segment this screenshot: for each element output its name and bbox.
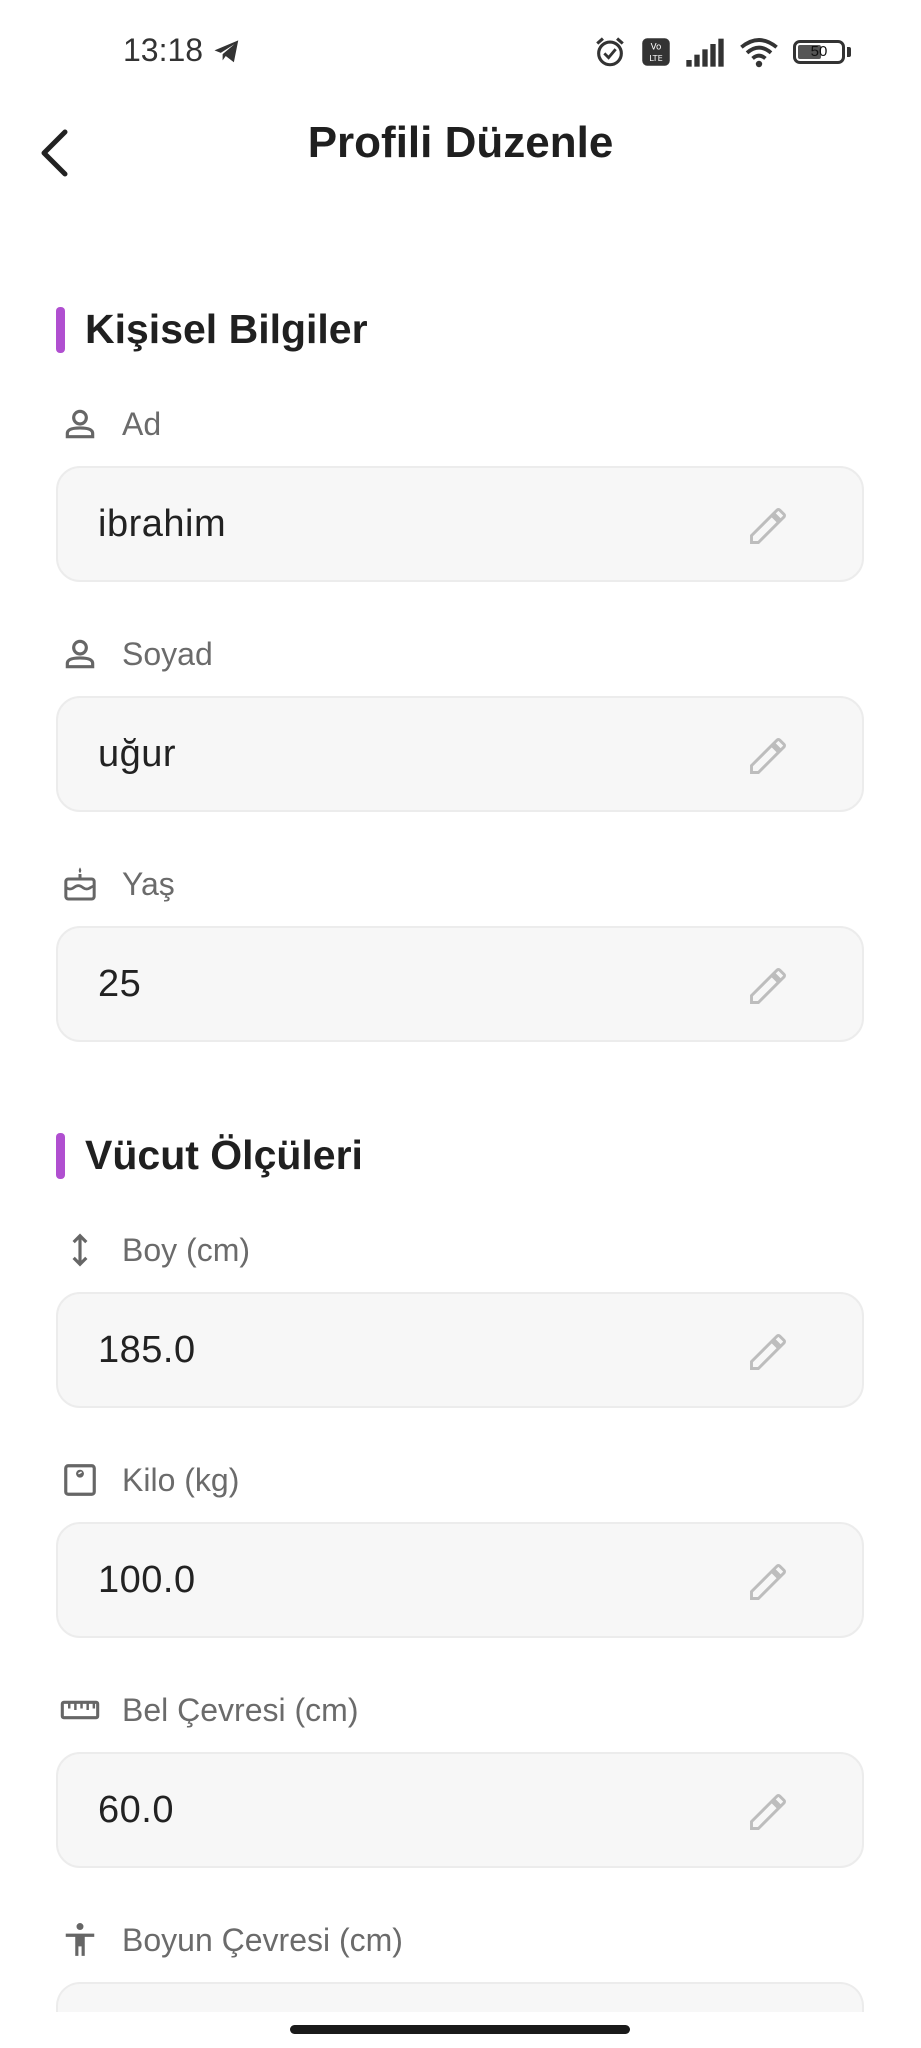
last-name-value: uğur — [98, 733, 177, 775]
pencil-icon — [750, 1794, 786, 1830]
height-icon — [60, 1230, 100, 1270]
age-label: Yaş — [122, 865, 175, 902]
section-accent-bar — [56, 1132, 65, 1179]
first-name-label-row: Ad — [60, 404, 161, 444]
weight-label: Kilo (kg) — [122, 1461, 240, 1498]
height-label-row: Boy (cm) — [60, 1230, 250, 1270]
status-icons: Vo LTE 50 — [593, 30, 851, 74]
last-name-label-row: Soyad — [60, 634, 213, 674]
pencil-icon — [750, 738, 786, 774]
height-field[interactable]: 185.0 — [56, 1292, 864, 1408]
scale-icon — [60, 1460, 100, 1500]
waist-label: Bel Çevresi (cm) — [122, 1691, 359, 1728]
height-value: 185.0 — [98, 1329, 196, 1371]
first-name-field[interactable]: ibrahim — [56, 466, 864, 582]
neck-field[interactable] — [56, 1982, 864, 2012]
telegram-icon — [214, 40, 239, 63]
alarm-icon — [596, 37, 624, 67]
first-name-label: Ad — [122, 405, 162, 442]
age-value: 25 — [98, 963, 142, 1005]
page-title: Profili Düzenle — [307, 118, 614, 167]
edit-weight-button[interactable] — [746, 1560, 790, 1604]
cake-icon — [60, 864, 100, 904]
edit-age-button[interactable] — [746, 964, 790, 1008]
section-personal-info: Kişisel Bilgiler — [56, 306, 368, 353]
pencil-icon — [750, 1564, 786, 1600]
status-time: 13:18 — [123, 32, 204, 68]
last-name-label: Soyad — [122, 635, 213, 672]
neck-label: Boyun Çevresi (cm) — [122, 1921, 403, 1958]
person-icon — [60, 634, 100, 674]
weight-value: 100.0 — [98, 1559, 196, 1601]
last-name-field[interactable]: uğur — [56, 696, 864, 812]
person-icon — [60, 404, 100, 444]
wifi-icon — [740, 38, 778, 68]
accessibility-icon — [60, 1920, 100, 1960]
weight-label-row: Kilo (kg) — [60, 1460, 239, 1500]
age-field[interactable]: 25 — [56, 926, 864, 1042]
age-label-row: Yaş — [60, 864, 175, 904]
app-bar: Profili Düzenle — [0, 104, 921, 224]
pencil-icon — [750, 968, 786, 1004]
volte-icon: Vo LTE — [642, 38, 670, 66]
edit-last-name-button[interactable] — [746, 734, 790, 778]
svg-text:Vo: Vo — [651, 43, 662, 53]
section-body-measurements: Vücut Ölçüleri — [56, 1132, 363, 1179]
pencil-icon — [750, 508, 786, 544]
edit-waist-button[interactable] — [746, 1790, 790, 1834]
pencil-icon — [750, 1334, 786, 1370]
first-name-value: ibrahim — [98, 503, 227, 545]
section-title: Kişisel Bilgiler — [85, 306, 368, 352]
section-accent-bar — [56, 306, 65, 353]
svg-text:LTE: LTE — [649, 53, 662, 63]
weight-field[interactable]: 100.0 — [56, 1522, 864, 1638]
edit-height-button[interactable] — [746, 1330, 790, 1374]
battery-icon: 50 — [793, 40, 845, 64]
waist-field[interactable]: 60.0 — [56, 1752, 864, 1868]
section-title: Vücut Ölçüleri — [85, 1132, 363, 1178]
home-indicator — [290, 2025, 630, 2034]
ruler-icon — [60, 1690, 100, 1730]
battery-level: 50 — [810, 43, 828, 60]
signal-icon — [686, 38, 724, 67]
height-label: Boy (cm) — [122, 1231, 250, 1268]
neck-label-row: Boyun Çevresi (cm) — [60, 1920, 403, 1960]
waist-label-row: Bel Çevresi (cm) — [60, 1690, 358, 1730]
waist-value: 60.0 — [98, 1789, 174, 1831]
edit-first-name-button[interactable] — [746, 504, 790, 548]
status-bar: 13:18 Vo LTE 50 — [0, 0, 921, 104]
